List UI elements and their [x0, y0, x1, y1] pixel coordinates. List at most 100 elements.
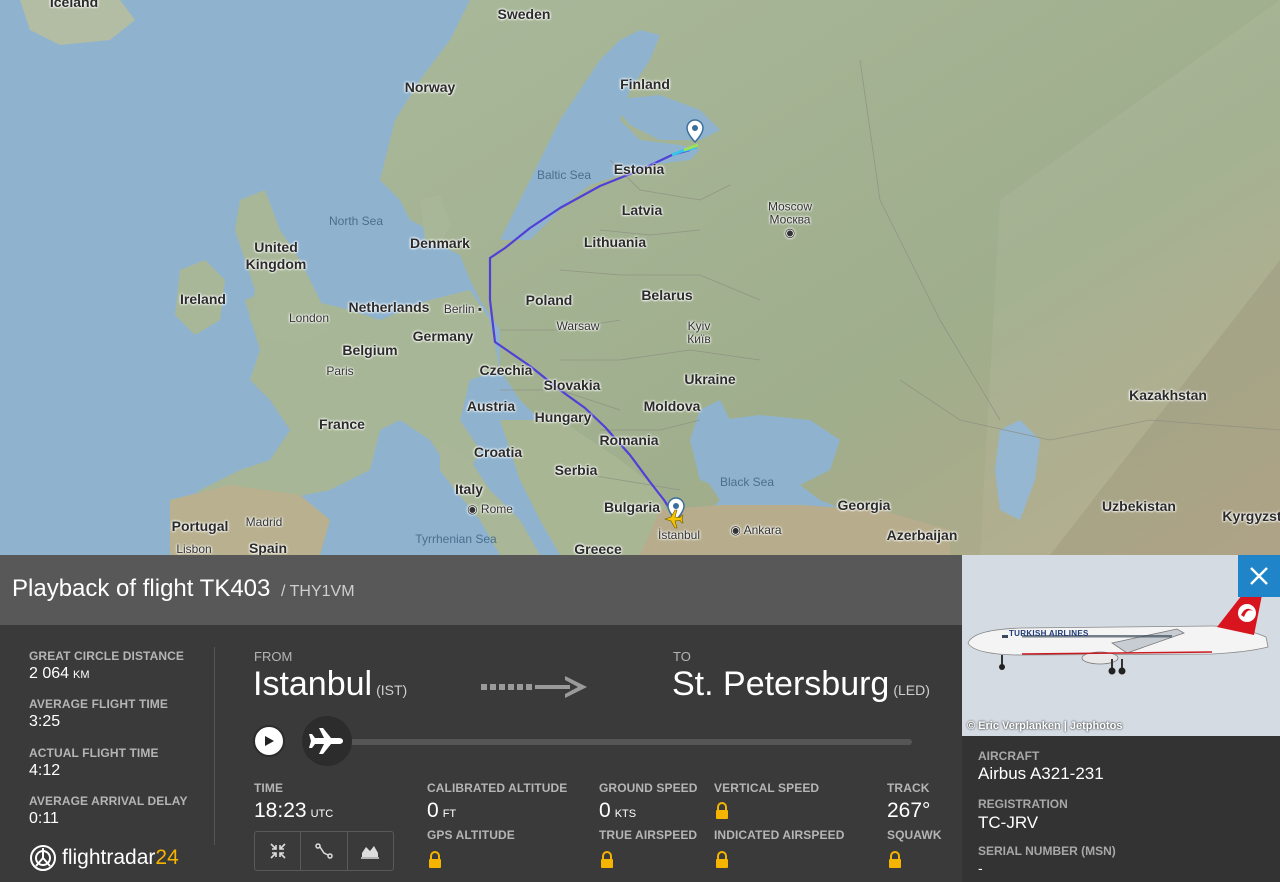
map-view[interactable]: Iceland Sweden Norway Finland Estonia La… — [0, 0, 1280, 555]
logo-text: flightradar24 — [62, 846, 179, 869]
timeline-handle[interactable] — [302, 716, 352, 766]
squawk-label: Squawk — [887, 828, 942, 842]
lock-icon — [889, 851, 901, 868]
map-label-uk-2: Kingdom — [245, 256, 307, 272]
map-label-tyrrhenian-sea: Tyrrhenian Sea — [415, 532, 497, 546]
playback-timeline[interactable] — [325, 739, 912, 745]
registration-value: TC-JRV — [978, 813, 1039, 832]
radar-logo-icon — [30, 845, 56, 871]
flight-title: Playback of flight TK403 / THY1VM — [12, 575, 355, 602]
airplane-icon — [309, 728, 343, 754]
map-label-france: France — [319, 416, 365, 432]
map-label-kazakhstan: Kazakhstan — [1129, 387, 1207, 403]
map-label-berlin: Berlin ▪ — [443, 302, 483, 316]
map-label-paris: Paris — [326, 364, 354, 378]
flight-playback-panel: Playback of flight TK403 / THY1VM Great … — [0, 555, 962, 882]
map-label-moscow: Moscow Москва ◉ — [767, 199, 813, 240]
avg-flight-time-value: 3:25 — [29, 713, 61, 730]
divider — [214, 647, 215, 845]
aircraft-info-panel: TURKISH AIRLINES © Eric Verplanken | Jet… — [962, 555, 1280, 882]
map-label-lithuania: Lithuania — [583, 234, 647, 250]
ground-speed-label: Ground speed — [599, 781, 698, 795]
time-label: Time — [254, 781, 284, 795]
map-label-warsaw: Warsaw — [556, 319, 600, 333]
collapse-arrows-icon — [270, 843, 286, 859]
map-label-norway: Norway — [404, 79, 456, 95]
distance-value: 2 064 KM — [29, 665, 90, 682]
arrival-delay-value: 0:11 — [29, 810, 59, 827]
map-label-uk-1: United — [254, 239, 298, 255]
map-label-greece: Greece — [574, 541, 622, 555]
photo-credit[interactable]: © Eric Verplanken | Jetphotos — [967, 720, 1122, 732]
to-label: TO — [673, 649, 691, 664]
aircraft-label: Aircraft — [978, 749, 1040, 763]
map-label-slovakia: Slovakia — [543, 377, 601, 393]
play-button[interactable] — [253, 725, 285, 757]
track-label: Track — [887, 781, 930, 795]
map-label-austria: Austria — [466, 398, 516, 414]
calibrated-altitude-value: 0 FT — [427, 799, 457, 822]
fit-view-button[interactable] — [255, 832, 302, 870]
area-chart-icon — [361, 846, 380, 859]
aircraft-photo-image — [962, 555, 1280, 736]
map-label-croatia: Croatia — [473, 444, 523, 460]
map-label-serbia: Serbia — [554, 462, 598, 478]
map-label-ankara: ◉ Ankara — [730, 523, 782, 537]
arrival-delay-label: Average arrival delay — [29, 794, 188, 808]
flightradar24-logo: flightradar24 — [30, 845, 179, 871]
map-label-denmark: Denmark — [410, 235, 470, 251]
map-label-london: London — [288, 311, 330, 325]
map-label-italy: Italy — [454, 481, 484, 497]
close-button[interactable] — [1238, 555, 1280, 597]
map-label-netherlands: Netherlands — [348, 299, 430, 315]
time-value: 18:23 UTC — [254, 799, 334, 822]
map-label-rome: ◉ Rome — [467, 502, 513, 516]
altitude-graph-button[interactable] — [348, 832, 393, 870]
registration-label: Registration — [978, 797, 1068, 811]
map-label-ukraine: Ukraine — [684, 371, 736, 387]
indicated-airspeed-label: Indicated airspeed — [714, 828, 845, 842]
from-label: FROM — [254, 649, 293, 664]
aircraft-value: Airbus A321-231 — [978, 764, 1104, 783]
vertical-speed-label: Vertical speed — [714, 781, 820, 795]
map-label-bulgaria: Bulgaria — [603, 499, 661, 515]
map-label-georgia: Georgia — [837, 497, 891, 513]
distance-label: Great circle distance — [29, 649, 184, 663]
actual-flight-time-label: Actual flight time — [29, 746, 159, 760]
map-label-sweden: Sweden — [497, 6, 551, 22]
map-label-latvia: Latvia — [621, 202, 663, 218]
map-label-finland: Finland — [620, 76, 670, 92]
route-arrow-icon — [481, 672, 589, 707]
map-label-uzbekistan: Uzbekistan — [1102, 498, 1176, 514]
map-label-baltic-sea: Baltic Sea — [536, 168, 592, 182]
actual-flight-time-value: 4:12 — [29, 762, 61, 779]
map-label-kyiv: Kyiv Київ — [687, 319, 711, 346]
route-view-button[interactable] — [301, 832, 348, 870]
map-label-madrid: Madrid — [245, 515, 283, 529]
aircraft-photo[interactable]: TURKISH AIRLINES © Eric Verplanken | Jet… — [962, 555, 1280, 736]
map-label-istanbul: İstanbul — [657, 528, 701, 542]
map-label-germany: Germany — [412, 328, 474, 344]
avg-flight-time-label: Average flight time — [29, 697, 169, 711]
route-icon — [315, 843, 333, 859]
view-tools — [254, 831, 394, 871]
map-label-black-sea: Black Sea — [719, 475, 775, 489]
gps-altitude-label: GPS altitude — [427, 828, 515, 842]
true-airspeed-label: True airspeed — [599, 828, 698, 842]
lock-icon — [601, 851, 613, 868]
map-label-portugal: Portugal — [171, 518, 229, 534]
flight-callsign: / THY1VM — [281, 583, 355, 600]
map-label-spain: Spain — [248, 540, 288, 555]
map-label-moldova: Moldova — [643, 398, 701, 414]
map-label-belarus: Belarus — [641, 287, 693, 303]
map-label-ireland: Ireland — [180, 291, 226, 307]
map-label-poland: Poland — [525, 292, 573, 308]
lock-icon — [429, 851, 441, 868]
track-value: 267° — [887, 799, 931, 822]
lock-icon — [716, 802, 728, 819]
lock-icon — [716, 851, 728, 868]
map-label-czechia: Czechia — [479, 362, 533, 378]
play-icon — [265, 736, 274, 746]
to-city: St. Petersburg (LED) — [672, 665, 930, 703]
map-label-north-sea: North Sea — [328, 214, 384, 228]
